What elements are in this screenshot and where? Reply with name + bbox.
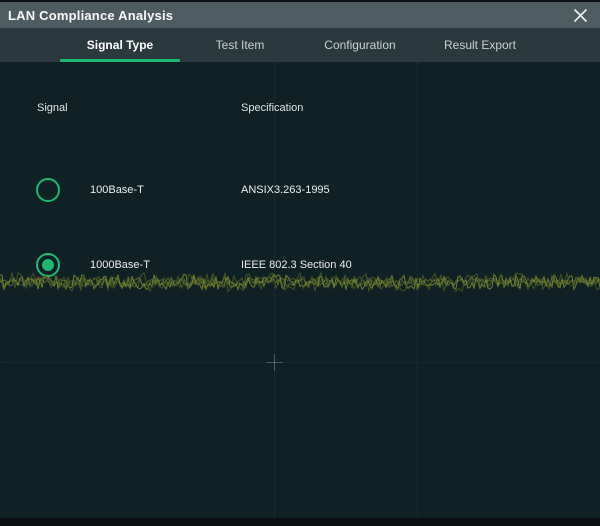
tab-label: Signal Type <box>87 38 153 52</box>
tab-signal-type[interactable]: Signal Type <box>60 28 180 62</box>
column-header-specification: Specification <box>241 102 303 114</box>
signal-row-1000base-t: 1000Base-T IEEE 802.3 Section 40 <box>0 251 600 279</box>
tab-label: Test Item <box>216 38 265 52</box>
tab-bar: Signal Type Test Item Configuration Resu… <box>0 28 600 62</box>
tab-label: Result Export <box>444 38 516 52</box>
radio-dot <box>42 259 54 271</box>
radio-button-100base-t[interactable] <box>36 178 60 202</box>
tabs-container: Signal Type Test Item Configuration Resu… <box>60 28 540 62</box>
tab-test-item[interactable]: Test Item <box>180 28 300 62</box>
specification-label: ANSIX3.263-1995 <box>241 184 330 196</box>
tab-configuration[interactable]: Configuration <box>300 28 420 62</box>
close-icon <box>573 8 588 23</box>
window-titlebar: LAN Compliance Analysis <box>0 2 600 28</box>
graticule-horizontal-line <box>0 362 600 363</box>
column-header-signal: Signal <box>37 102 68 114</box>
specification-label: IEEE 802.3 Section 40 <box>241 259 352 271</box>
radio-button-1000base-t[interactable] <box>36 253 60 277</box>
bottom-strip <box>0 518 600 526</box>
tab-result-export[interactable]: Result Export <box>420 28 540 62</box>
signal-row-100base-t: 100Base-T ANSIX3.263-1995 <box>0 176 600 204</box>
signal-label: 100Base-T <box>90 184 144 196</box>
window-title: LAN Compliance Analysis <box>8 8 173 23</box>
lan-compliance-dialog: LAN Compliance Analysis Signal Type Test… <box>0 0 600 526</box>
graticule-center-cross <box>274 354 275 371</box>
graticule-vertical-line <box>274 62 275 518</box>
graticule-vertical-line <box>417 62 418 518</box>
tab-label: Configuration <box>324 38 395 52</box>
signal-label: 1000Base-T <box>90 259 150 271</box>
signal-type-panel: Signal Specification 100Base-T ANSIX3.26… <box>0 62 600 518</box>
close-button[interactable] <box>570 5 590 25</box>
